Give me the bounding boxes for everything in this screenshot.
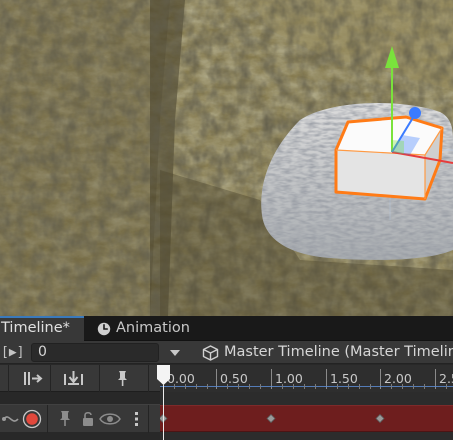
ruler-tick-label: 2.00 <box>384 371 412 386</box>
playhead[interactable] <box>156 364 171 386</box>
play-range-icon: [▶] <box>1 345 25 360</box>
track-area[interactable] <box>160 392 453 440</box>
track-list <box>0 392 160 440</box>
ruler-tick-label: 1.00 <box>275 371 303 386</box>
tab-animation[interactable]: Animation <box>93 316 203 341</box>
more-icon[interactable] <box>132 410 142 428</box>
record-icon[interactable] <box>22 409 42 429</box>
chevron-down-icon[interactable] <box>166 343 184 362</box>
clock-icon <box>97 322 111 336</box>
frame-value: 0 <box>38 344 47 360</box>
tab-animation-label: Animation <box>116 320 190 336</box>
pin-icon[interactable] <box>57 409 73 429</box>
separator <box>148 405 149 433</box>
ripple-icon[interactable] <box>61 368 86 389</box>
playhead-line <box>163 385 164 440</box>
ruler-tick-label: 0.00 <box>167 371 195 386</box>
snap-to-frame-icon[interactable] <box>20 368 45 389</box>
timeline-toolbar: [▶] 0 Master Timeline (Master Timeline <box>0 341 453 364</box>
separator <box>50 365 51 392</box>
timeline-panel: Timeline* Animation [▶] 0 Master Timelin… <box>0 316 453 440</box>
separator <box>47 405 48 433</box>
scene-viewport[interactable] <box>0 0 453 316</box>
master-timeline-label: Master Timeline (Master Timeline <box>224 344 453 360</box>
ruler-tick-label: 0.50 <box>220 371 248 386</box>
time-ruler[interactable]: 0.00 0.50 1.00 1.50 2.00 2.5 <box>160 365 453 392</box>
separator <box>99 365 100 392</box>
keyframe-marker <box>375 413 385 424</box>
tab-bar: Timeline* Animation <box>0 316 453 341</box>
lock-icon[interactable] <box>81 410 95 428</box>
ruler-tick-label: 2.5 <box>439 371 453 386</box>
animation-track-clip[interactable] <box>160 405 453 432</box>
separator <box>8 365 9 392</box>
preview-button[interactable]: [▶] <box>0 342 24 363</box>
tab-timeline[interactable]: Timeline* <box>0 316 84 341</box>
curves-icon[interactable] <box>0 410 22 428</box>
keyframes <box>160 413 385 424</box>
pin-icon[interactable] <box>110 368 135 389</box>
ruler-tick-label: 1.50 <box>330 371 358 386</box>
eye-icon[interactable] <box>99 411 121 427</box>
separator <box>148 365 149 392</box>
cube-icon <box>202 345 219 361</box>
frame-field[interactable]: 0 <box>31 343 159 362</box>
keyframe-marker <box>266 413 276 424</box>
scene-view[interactable] <box>0 0 453 316</box>
tab-timeline-label: Timeline* <box>1 320 70 336</box>
track-header[interactable] <box>0 404 160 433</box>
